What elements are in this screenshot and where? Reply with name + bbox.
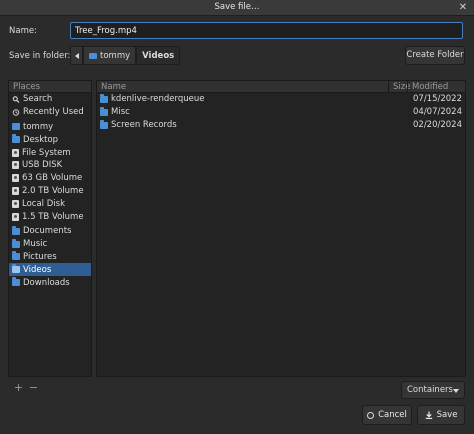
sidebar-item-downloads[interactable]: Downloads [9, 276, 91, 289]
sidebar-item-label: File System [22, 147, 71, 158]
sidebar-item-desktop[interactable]: Desktop [9, 133, 91, 146]
file-modified: 04/07/2024 [413, 106, 462, 117]
drive-icon [12, 161, 19, 170]
column-header-name[interactable]: Name [97, 81, 388, 93]
cancel-label: Cancel [378, 410, 407, 420]
file-name: Screen Records [111, 119, 177, 130]
breadcrumb: tommy Videos [70, 46, 181, 65]
folder-icon [100, 119, 108, 129]
sidebar-item-music[interactable]: Music [9, 238, 91, 251]
file-modified: 02/20/2024 [413, 119, 462, 130]
sidebar-item-pictures[interactable]: Pictures [9, 251, 91, 264]
window-title: Save file… [214, 2, 260, 12]
sidebar-item-videos[interactable]: Videos [9, 263, 91, 277]
chevron-down-icon [453, 389, 459, 393]
breadcrumb-label: Videos [142, 50, 175, 61]
drive-icon [12, 186, 19, 195]
folder-icon [12, 277, 20, 287]
breadcrumb-label: tommy [100, 50, 131, 61]
title-bar: Save file… ✕ [0, 0, 474, 16]
file-modified: 07/15/2022 [413, 94, 462, 104]
drive-icon [12, 199, 19, 208]
sidebar-item-label: Music [23, 239, 48, 250]
folder-icon [12, 238, 20, 248]
sidebar-item-2tb-volume[interactable]: 2.0 TB Volume [9, 185, 91, 198]
sidebar-item-label: Videos [23, 264, 52, 275]
name-input[interactable] [70, 22, 463, 39]
clock-icon [12, 108, 20, 116]
column-header-size[interactable]: Size [388, 81, 410, 93]
path-back-button[interactable] [70, 46, 83, 65]
folder-icon [12, 264, 20, 274]
chevron-left-icon [74, 52, 79, 59]
sidebar-item-label: 63 GB Volume [22, 173, 83, 184]
sidebar-item-label: 2.0 TB Volume [22, 185, 84, 196]
folder-icon [100, 106, 108, 116]
file-name: kdenlive-renderqueue [111, 94, 205, 104]
cancel-icon [367, 411, 375, 419]
filter-selected-label: Containers [407, 385, 453, 395]
save-button[interactable]: Save [417, 405, 465, 425]
file-name: Misc [111, 106, 130, 117]
sidebar-item-label: Downloads [23, 277, 70, 288]
sidebar-item-label: 1.5 TB Volume [22, 211, 84, 222]
sidebar-item-usb-disk[interactable]: USB DISK [9, 159, 91, 172]
file-row[interactable]: Misc 04/07/2024 [97, 106, 465, 119]
breadcrumb-item-videos[interactable]: Videos [136, 46, 181, 65]
drive-icon [12, 148, 19, 157]
file-type-filter-select[interactable]: Containers [401, 381, 465, 399]
name-label: Name: [9, 26, 37, 36]
folder-icon [12, 225, 20, 235]
sidebar-item-tommy[interactable]: tommy [9, 121, 91, 134]
places-toolbar: + − [8, 378, 92, 398]
column-header-modified[interactable]: Modified [407, 81, 465, 93]
folder-icon [12, 251, 20, 261]
folder-icon [12, 134, 20, 144]
home-folder-icon [12, 123, 20, 131]
sidebar-item-label: tommy [23, 121, 54, 132]
breadcrumb-item-tommy[interactable]: tommy [83, 46, 137, 65]
sidebar-item-label: Documents [23, 226, 72, 237]
file-row[interactable]: kdenlive-renderqueue 07/15/2022 [97, 93, 465, 106]
sidebar-item-local-disk[interactable]: Local Disk [9, 197, 91, 210]
add-bookmark-button[interactable]: + [12, 382, 25, 394]
sidebar-item-63gb-volume[interactable]: 63 GB Volume [9, 172, 91, 185]
places-sidebar: Places Search Recently Used tommy Deskto… [8, 80, 92, 377]
sidebar-item-search[interactable]: Search [9, 93, 91, 106]
sidebar-item-file-system[interactable]: File System [9, 146, 91, 159]
drive-icon [12, 212, 19, 221]
save-in-folder-label: Save in folder: [9, 51, 71, 61]
places-header: Places [9, 81, 91, 93]
sidebar-item-label: Local Disk [22, 198, 65, 209]
sidebar-item-label: USB DISK [22, 160, 63, 171]
remove-bookmark-button[interactable]: − [27, 382, 40, 394]
folder-icon [100, 94, 108, 103]
home-folder-icon [89, 52, 97, 59]
sidebar-item-label: Search [23, 94, 53, 105]
sidebar-item-label: Recently Used [23, 107, 84, 118]
create-folder-button[interactable]: Create Folder [405, 46, 465, 65]
file-list-header: Name Size Modified [97, 81, 465, 93]
drive-icon [12, 174, 19, 183]
sidebar-item-documents[interactable]: Documents [9, 225, 91, 238]
download-icon [425, 411, 432, 419]
sidebar-item-recently-used[interactable]: Recently Used [9, 106, 91, 119]
sidebar-item-1-5tb-volume[interactable]: 1.5 TB Volume [9, 210, 91, 223]
close-icon[interactable]: ✕ [456, 1, 470, 15]
cancel-button[interactable]: Cancel [362, 405, 412, 425]
file-row[interactable]: Screen Records 02/20/2024 [97, 119, 465, 132]
save-label: Save [436, 410, 458, 420]
file-list: Name Size Modified kdenlive-renderqueue … [96, 80, 466, 377]
sidebar-item-label: Desktop [23, 134, 59, 145]
search-icon [12, 96, 20, 103]
sidebar-item-label: Pictures [23, 251, 57, 262]
